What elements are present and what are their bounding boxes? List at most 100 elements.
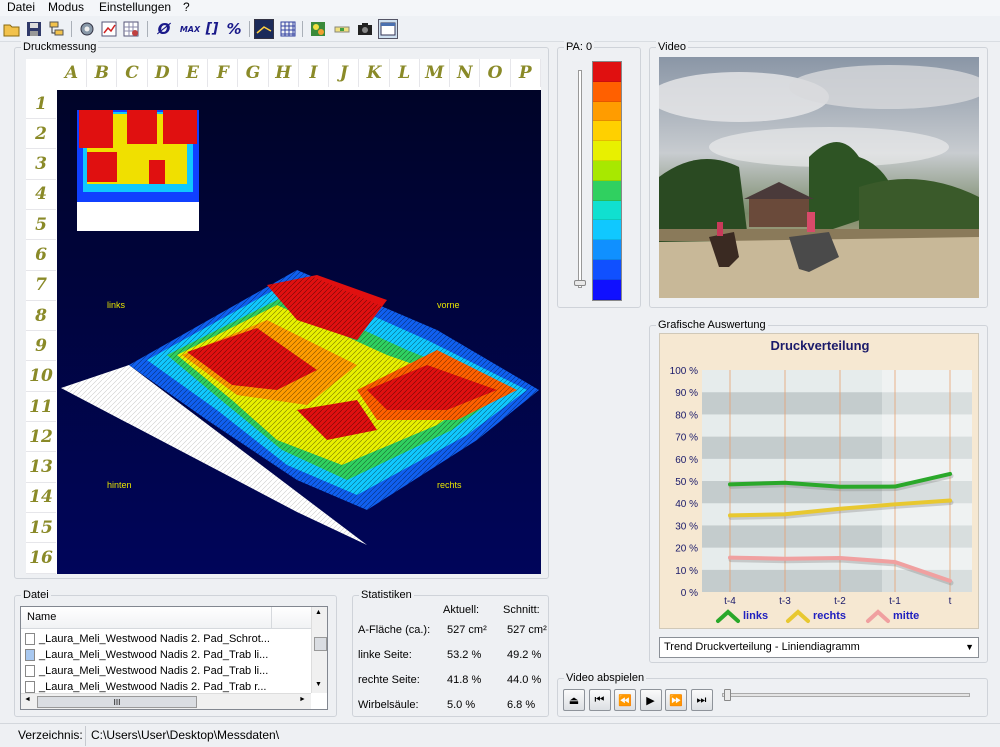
- data-point-links: [783, 481, 787, 485]
- line-chart: 100 % 90 % 80 % 70 % 60 % 50 % 40 % 30 % 20 % 10 …: [670, 366, 972, 607]
- chart-type-value: Trend Druckverteilung - Liniendiagramm: [664, 641, 860, 653]
- row-label: 11: [26, 392, 56, 422]
- column-label: L: [389, 59, 420, 87]
- stat-header-aktuell: Aktuell:: [443, 604, 480, 616]
- 3d-view-icon[interactable]: [254, 19, 274, 39]
- data-point-mitte: [893, 560, 897, 564]
- video-frame[interactable]: [659, 57, 979, 298]
- row-label: 1: [26, 89, 56, 119]
- legend-chevron-icon: [866, 609, 890, 623]
- skip-start-icon[interactable]: ⏮: [588, 689, 611, 711]
- video-seek-thumb[interactable]: [724, 689, 731, 701]
- stat-header-schnitt: Schnitt:: [503, 604, 540, 616]
- chart-check-icon[interactable]: [99, 19, 119, 39]
- stat-schnitt: 6.8 %: [507, 699, 536, 711]
- stat-aktuell: 41.8 %: [447, 674, 482, 686]
- stat-label: A-Fläche (ca.):: [358, 624, 431, 636]
- y-tick-label: 90 %: [675, 388, 698, 399]
- pa-scale-segment: [593, 279, 621, 300]
- pressure-3d-view[interactable]: links vorne hinten rechts: [57, 90, 541, 574]
- file-list-vscroll[interactable]: ▲ ▼: [311, 607, 327, 693]
- average-icon[interactable]: Ø: [154, 19, 174, 39]
- column-label: F: [208, 59, 239, 87]
- column-name[interactable]: Name: [27, 611, 56, 623]
- column-label: I: [299, 59, 329, 87]
- save-icon[interactable]: [24, 19, 44, 39]
- grid-settings-icon[interactable]: [121, 19, 141, 39]
- brackets-icon[interactable]: []: [202, 19, 222, 39]
- scroll-up-icon[interactable]: ▲: [315, 609, 322, 616]
- menu-help[interactable]: ?: [183, 0, 190, 14]
- play-icon[interactable]: ▶: [639, 689, 662, 711]
- eject-icon[interactable]: ⏏: [563, 689, 585, 711]
- chevron-down-icon[interactable]: ▼: [965, 638, 974, 657]
- x-tick-label: t-1: [889, 596, 901, 607]
- file-list: Name _Laura_Meli_Westwood Nadis 2. Pad_S…: [20, 606, 328, 710]
- chart-type-select[interactable]: Trend Druckverteilung - Liniendiagramm ▼: [659, 637, 979, 658]
- y-tick-label: 0 %: [681, 588, 698, 599]
- camera-settings-icon[interactable]: [77, 19, 97, 39]
- row-label: 14: [26, 482, 56, 513]
- column-label: K: [359, 59, 390, 87]
- data-point-mitte: [948, 579, 952, 583]
- max-icon[interactable]: MAX: [178, 19, 202, 39]
- x-tick-label: t-4: [724, 596, 736, 607]
- tree-icon[interactable]: [46, 19, 66, 39]
- stat-aktuell: 53.2 %: [447, 649, 482, 661]
- hscroll-thumb[interactable]: III: [37, 696, 197, 708]
- menu-einstellungen[interactable]: Einstellungen: [99, 0, 171, 14]
- column-label: P: [510, 59, 541, 87]
- file-icon: [25, 649, 35, 662]
- rewind-icon[interactable]: ⏪: [614, 689, 636, 711]
- window-icon[interactable]: [378, 19, 398, 39]
- skip-end-icon[interactable]: ⏭: [690, 689, 713, 711]
- stat-schnitt: 527 cm²: [507, 624, 547, 636]
- level-icon[interactable]: [332, 19, 352, 39]
- camera-icon[interactable]: [355, 19, 375, 39]
- label-rechts: rechts: [437, 480, 462, 490]
- file-icon: [25, 633, 35, 646]
- file-row[interactable]: _Laura_Meli_Westwood Nadis 2. Pad_Trab l…: [21, 647, 311, 663]
- column-label: N: [450, 59, 481, 87]
- video-seek-track[interactable]: [722, 693, 970, 697]
- chart-legend: links rechts mitte: [660, 608, 980, 626]
- druckmessung-title: Druckmessung: [21, 41, 99, 53]
- file-list-hscroll[interactable]: ◄ III ►: [21, 693, 311, 709]
- data-point-rechts: [893, 502, 897, 506]
- stat-label: Wirbelsäule:: [358, 699, 419, 711]
- file-row[interactable]: _Laura_Meli_Westwood Nadis 2. Pad_Schrot…: [21, 631, 311, 647]
- column-label: O: [480, 59, 511, 87]
- pa-scale-segment: [593, 62, 621, 82]
- y-tick-label: 10 %: [675, 566, 698, 577]
- column-label: E: [178, 59, 208, 87]
- file-list-header[interactable]: Name: [21, 607, 311, 629]
- menu-datei[interactable]: Datei: [7, 0, 35, 14]
- open-folder-icon[interactable]: [2, 19, 22, 39]
- file-name: _Laura_Meli_Westwood Nadis 2. Pad_Schrot…: [39, 633, 270, 645]
- row-label: 13: [26, 452, 56, 483]
- video-controls: ⏏ ⏮ ⏪ ▶ ⏩ ⏭: [563, 689, 713, 711]
- scroll-left-icon[interactable]: ◄: [24, 696, 31, 703]
- percent-icon[interactable]: %: [224, 19, 244, 39]
- grid-icon[interactable]: [278, 19, 298, 39]
- scroll-down-icon[interactable]: ▼: [315, 681, 322, 688]
- pa-slider-thumb[interactable]: [574, 280, 586, 286]
- x-tick-label: t-3: [779, 596, 791, 607]
- pa-scale-segment: [593, 240, 621, 260]
- scroll-right-icon[interactable]: ►: [299, 696, 306, 703]
- fast-forward-icon[interactable]: ⏩: [665, 689, 687, 711]
- legend-label: rechts: [813, 610, 847, 622]
- pa-slider-track[interactable]: [578, 70, 582, 288]
- scroll-thumb[interactable]: [314, 637, 327, 651]
- x-tick-label: t-2: [834, 596, 846, 607]
- map-icon[interactable]: [308, 19, 328, 39]
- y-tick-label: 50 %: [675, 477, 698, 488]
- grafik-title: Grafische Auswertung: [656, 319, 768, 331]
- video-player-title: Video abspielen: [564, 672, 647, 684]
- y-tick-label: 40 %: [675, 499, 698, 510]
- data-point-rechts: [728, 513, 732, 517]
- menu-modus[interactable]: Modus: [48, 0, 84, 14]
- stat-schnitt: 49.2 %: [507, 649, 542, 661]
- column-label: A: [57, 59, 87, 87]
- file-row[interactable]: _Laura_Meli_Westwood Nadis 2. Pad_Trab l…: [21, 663, 311, 679]
